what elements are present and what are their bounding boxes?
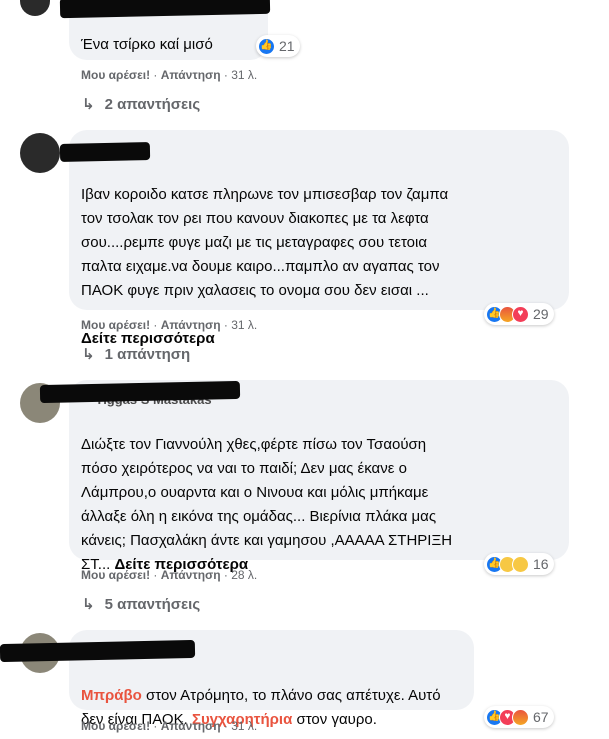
timestamp[interactable]: 31 λ. bbox=[231, 68, 257, 82]
reactions-summary[interactable]: 👍 ♥ 67 bbox=[484, 706, 554, 728]
sad-icon bbox=[512, 555, 529, 573]
reactions-summary[interactable]: 👍 ♥ 29 bbox=[484, 303, 554, 325]
love-icon: ♥ bbox=[512, 305, 529, 323]
comment-actions: Μου αρέσει! · Απάντηση · 31 λ. bbox=[81, 318, 258, 332]
reactions-summary[interactable]: 👍 21 bbox=[256, 35, 300, 57]
view-replies-link[interactable]: ↳ 2 απαντήσεις bbox=[82, 95, 200, 113]
angry-icon bbox=[512, 708, 529, 726]
reply-arrow-icon: ↳ bbox=[82, 346, 95, 363]
comment-actions: Μου αρέσει! · Απάντηση · 28 λ. bbox=[81, 568, 258, 582]
like-button[interactable]: Μου αρέσει! bbox=[81, 719, 150, 733]
timestamp[interactable]: 31 λ. bbox=[231, 719, 257, 733]
comment-text: Διώξτε τον Γιαννούλη χθες,φέρτε πίσω τον… bbox=[81, 436, 453, 573]
reaction-count: 21 bbox=[279, 38, 295, 54]
comment-actions: Μου αρέσει! · Απάντηση · 31 λ. bbox=[81, 719, 258, 733]
reply-button[interactable]: Απάντηση bbox=[161, 719, 221, 733]
like-button[interactable]: Μου αρέσει! bbox=[81, 568, 150, 582]
reply-arrow-icon: ↳ bbox=[82, 596, 95, 613]
view-replies-link[interactable]: ↳ 1 απάντηση bbox=[82, 345, 190, 363]
reactions-summary[interactable]: 👍 16 bbox=[484, 553, 554, 575]
timestamp[interactable]: 31 λ. bbox=[231, 318, 257, 332]
reply-button[interactable]: Απάντηση bbox=[161, 318, 221, 332]
like-icon: 👍 bbox=[258, 37, 275, 55]
like-button[interactable]: Μου αρέσει! bbox=[81, 318, 150, 332]
reply-button[interactable]: Απάντηση bbox=[161, 568, 221, 582]
timestamp[interactable]: 28 λ. bbox=[231, 568, 257, 582]
comment-actions: Μου αρέσει! · Απάντηση · 31 λ. bbox=[81, 68, 258, 82]
view-replies-link[interactable]: ↳ 5 απαντήσεις bbox=[82, 595, 200, 613]
reaction-count: 29 bbox=[533, 306, 549, 322]
comment-text: Ένα τσίρκο καί μισό bbox=[81, 36, 213, 53]
reaction-count: 67 bbox=[533, 709, 549, 725]
reply-button[interactable]: Απάντηση bbox=[161, 68, 221, 82]
reply-arrow-icon: ↳ bbox=[82, 96, 95, 113]
avatar[interactable] bbox=[20, 133, 60, 173]
avatar[interactable] bbox=[20, 0, 50, 16]
reaction-count: 16 bbox=[533, 556, 549, 572]
like-button[interactable]: Μου αρέσει! bbox=[81, 68, 150, 82]
